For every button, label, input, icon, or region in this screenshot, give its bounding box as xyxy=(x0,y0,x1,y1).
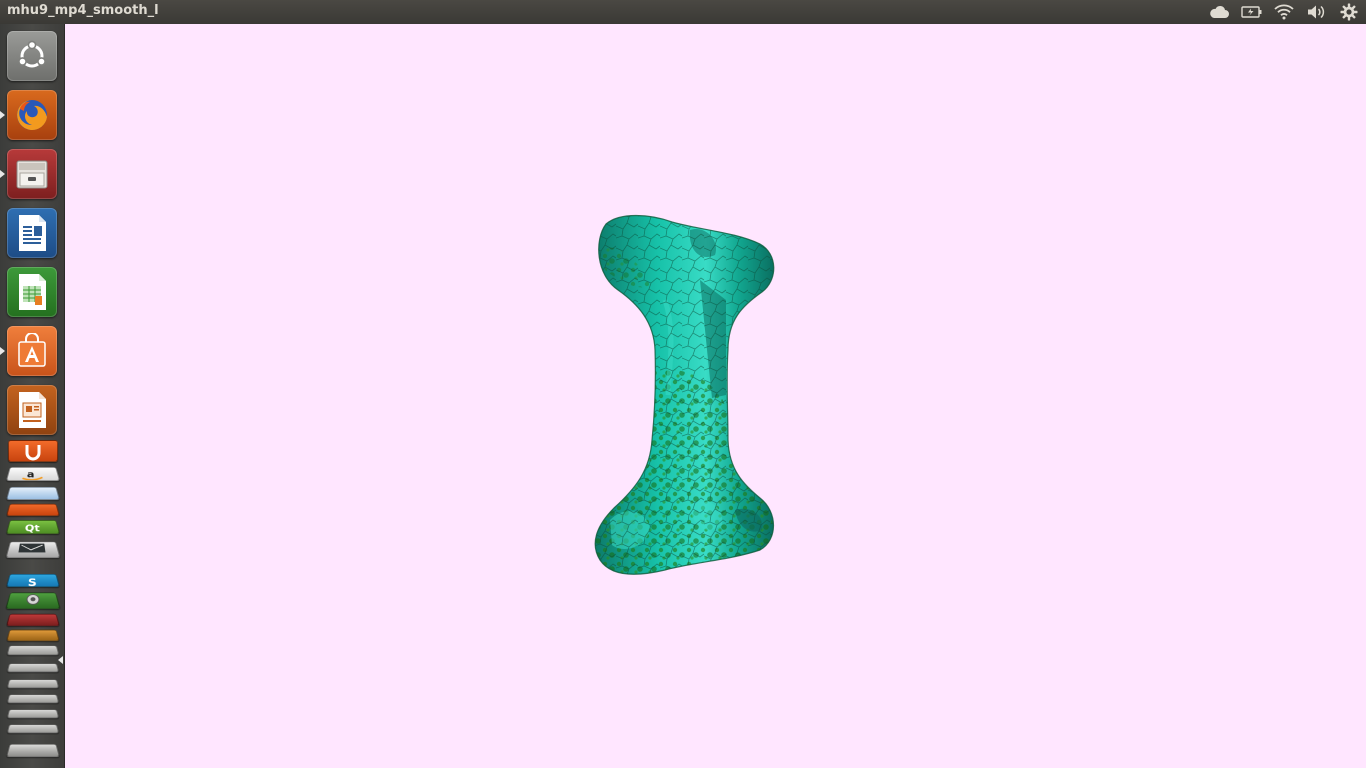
cloud-icon[interactable] xyxy=(1208,3,1230,21)
window-title: mhu9_mp4_smooth_l xyxy=(7,3,159,18)
mysql-workbench-icon[interactable] xyxy=(5,486,61,501)
svg-text:S: S xyxy=(27,577,37,587)
writer-document-icon xyxy=(19,215,46,251)
calc-spreadsheet-icon xyxy=(19,274,46,310)
active-indicator xyxy=(58,656,63,664)
impress-presentation-icon xyxy=(19,392,46,428)
firefox-icon xyxy=(17,100,47,130)
software-center-icon xyxy=(18,333,46,367)
ubuntu-dash-button[interactable] xyxy=(7,31,57,81)
ubuntu-one-icon[interactable] xyxy=(8,440,58,462)
ubuntu-one-icon[interactable] xyxy=(6,503,60,517)
launcher-item-libreoffice-writer[interactable] xyxy=(7,208,57,258)
settings-gear-icon[interactable] xyxy=(1338,3,1360,21)
launcher-item-firefox[interactable] xyxy=(7,90,57,140)
terminal-icon[interactable] xyxy=(6,613,60,627)
qt-creator-icon[interactable]: Qt xyxy=(5,520,61,534)
file-cabinet-icon xyxy=(16,160,48,189)
launcher-stack-item[interactable] xyxy=(6,709,60,719)
launcher-stack-item[interactable] xyxy=(6,679,60,689)
launcher-stack-item[interactable] xyxy=(6,724,60,734)
launcher-item-libreoffice-impress[interactable] xyxy=(7,385,57,435)
volume-icon[interactable] xyxy=(1305,3,1327,21)
launcher-stack-item[interactable] xyxy=(6,694,60,704)
bone-mesh-model[interactable] xyxy=(590,210,785,580)
amazon-icon[interactable]: a xyxy=(5,467,61,481)
top-panel: mhu9_mp4_smooth_l xyxy=(0,0,1366,24)
system-tool-icon[interactable] xyxy=(5,542,61,559)
launcher-item-software-center[interactable] xyxy=(7,326,57,376)
ubuntu-logo-icon xyxy=(18,40,46,68)
svg-text:a: a xyxy=(27,470,35,480)
launcher: a Qt S xyxy=(0,24,65,768)
launcher-stack-item[interactable] xyxy=(6,663,60,673)
running-indicator xyxy=(0,170,5,178)
battery-icon[interactable] xyxy=(1241,3,1263,21)
running-indicator xyxy=(0,111,5,119)
wifi-icon[interactable] xyxy=(1273,3,1295,21)
mesh-canvas[interactable] xyxy=(65,24,1366,768)
skype-icon[interactable]: S xyxy=(5,573,61,589)
trash-icon[interactable] xyxy=(5,743,61,758)
workspace-switcher-icon[interactable] xyxy=(6,629,60,642)
launcher-item-files[interactable] xyxy=(7,149,57,199)
launcher-item-libreoffice-calc[interactable] xyxy=(7,267,57,317)
settings-gear-app-icon[interactable] xyxy=(5,593,61,610)
svg-text:Qt: Qt xyxy=(24,524,40,533)
running-indicator xyxy=(0,347,5,355)
launcher-stack-item[interactable] xyxy=(6,645,60,656)
3d-viewport[interactable] xyxy=(65,24,1366,768)
